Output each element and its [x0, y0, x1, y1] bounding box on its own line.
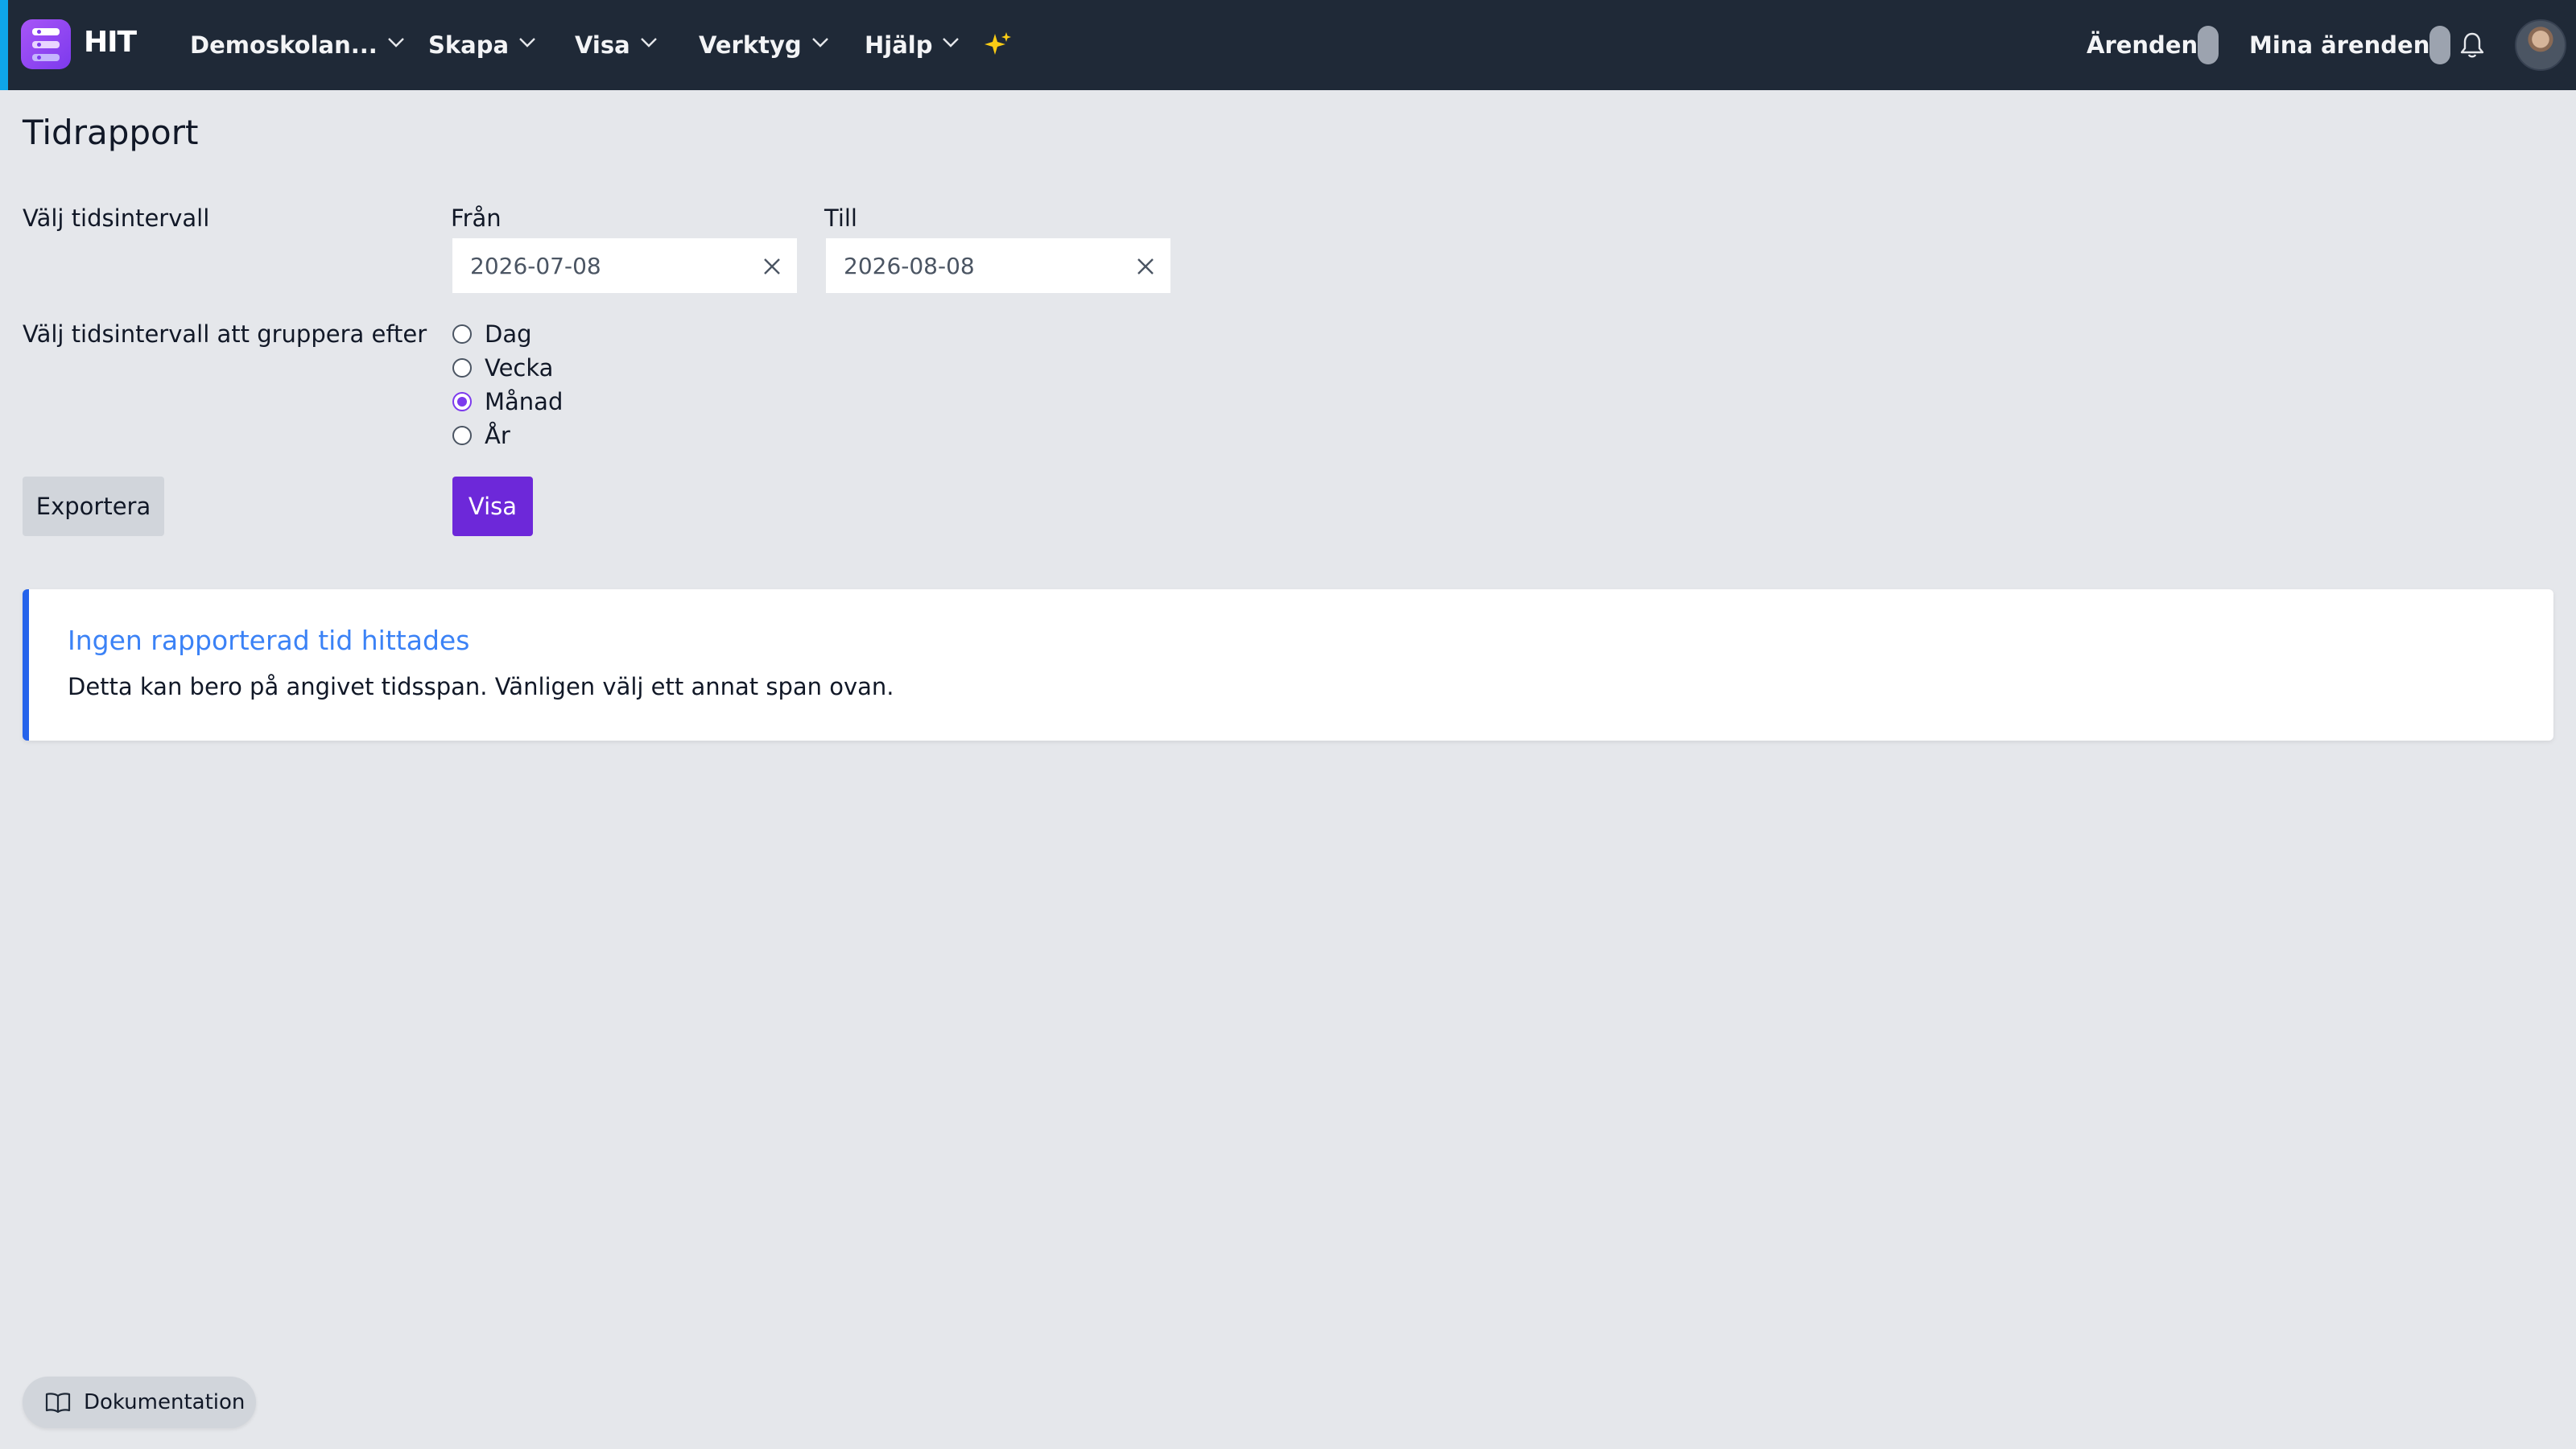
export-button[interactable]: Exportera	[23, 477, 164, 536]
nav-menu-visa[interactable]: Visa	[575, 0, 658, 90]
to-date-value: 2026-08-08	[844, 252, 975, 279]
radio-button-checked[interactable]	[452, 392, 472, 411]
chevron-down-icon	[640, 37, 658, 48]
from-date-input[interactable]: 2026-07-08	[451, 237, 799, 295]
chevron-down-icon	[387, 37, 405, 48]
radio-option-dag[interactable]: Dag	[452, 320, 532, 348]
nav-menu-school[interactable]: Demoskolan...	[190, 0, 405, 90]
radio-label: Månad	[485, 388, 564, 415]
nav-menu-hjalp-label: Hjälp	[865, 31, 933, 59]
user-avatar[interactable]	[2515, 19, 2566, 71]
nav-menu-verktyg-label: Verktyg	[699, 31, 802, 59]
radio-label: År	[485, 422, 510, 449]
page-title: Tidrapport	[23, 113, 199, 152]
to-label: Till	[824, 204, 857, 232]
app-logo-icon[interactable]	[21, 19, 71, 69]
nav-menu-visa-label: Visa	[575, 31, 630, 59]
radio-label: Dag	[485, 320, 532, 348]
nav-arenden-label: Ärenden	[2087, 31, 2198, 59]
radio-option-vecka[interactable]: Vecka	[452, 354, 553, 382]
clear-icon[interactable]	[762, 256, 782, 283]
chevron-down-icon	[518, 37, 536, 48]
alert-text: Detta kan bero på angivet tidsspan. Vänl…	[68, 673, 894, 700]
documentation-button[interactable]: Dokumentation	[23, 1377, 256, 1428]
top-navbar: HIT Demoskolan... Skapa Visa Verktyg Hjä…	[0, 0, 2576, 90]
arenden-count-badge	[2198, 26, 2219, 64]
chevron-down-icon	[811, 37, 829, 48]
clear-icon[interactable]	[1135, 256, 1156, 283]
nav-menu-skapa-label: Skapa	[428, 31, 510, 59]
nav-menu-skapa[interactable]: Skapa	[428, 0, 536, 90]
radio-option-ar[interactable]: År	[452, 422, 510, 449]
no-results-alert: Ingen rapporterad tid hittades Detta kan…	[23, 589, 2553, 741]
chevron-down-icon	[942, 37, 960, 48]
bell-icon[interactable]	[2458, 31, 2486, 63]
nav-menu-school-label: Demoskolan...	[190, 31, 378, 59]
from-date-value: 2026-07-08	[470, 252, 601, 279]
radio-button[interactable]	[452, 324, 472, 344]
show-button[interactable]: Visa	[452, 477, 533, 536]
documentation-label: Dokumentation	[84, 1390, 246, 1414]
navbar-accent-strip	[0, 0, 8, 90]
brand-name[interactable]: HIT	[84, 26, 137, 59]
nav-mina-arenden[interactable]: Mina ärenden	[2249, 0, 2451, 90]
book-icon	[45, 1393, 71, 1414]
nav-menu-verktyg[interactable]: Verktyg	[699, 0, 829, 90]
radio-button[interactable]	[452, 426, 472, 445]
radio-button[interactable]	[452, 358, 472, 378]
radio-label: Vecka	[485, 354, 554, 382]
interval-label: Välj tidsintervall	[23, 204, 210, 232]
alert-title: Ingen rapporterad tid hittades	[68, 625, 470, 656]
from-label: Från	[451, 204, 502, 232]
radio-option-manad[interactable]: Månad	[452, 388, 563, 415]
sparkle-ai-icon[interactable]	[984, 31, 1013, 63]
nav-mina-arenden-label: Mina ärenden	[2249, 31, 2430, 59]
group-label: Välj tidsintervall att gruppera efter	[23, 320, 427, 348]
mina-arenden-count-badge	[2429, 26, 2451, 64]
to-date-input[interactable]: 2026-08-08	[824, 237, 1172, 295]
nav-menu-hjalp[interactable]: Hjälp	[865, 0, 960, 90]
nav-arenden[interactable]: Ärenden	[2087, 0, 2219, 90]
